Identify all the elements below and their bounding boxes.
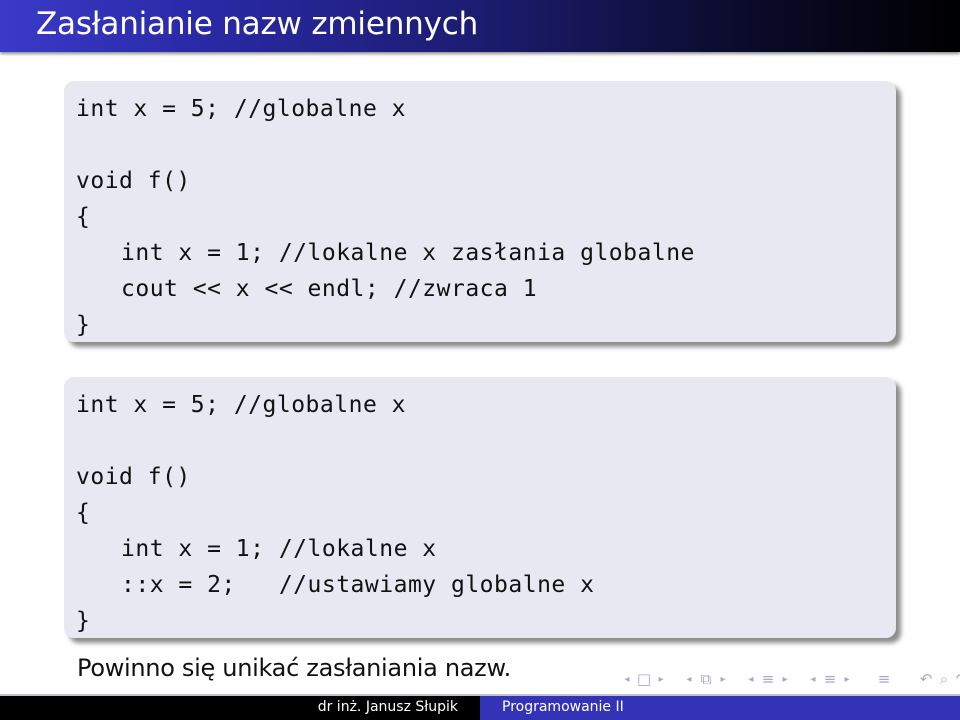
code-line: { [76,204,91,230]
note-text: Powinno się unikać zasłaniania nazw. [77,654,511,682]
section-next-icon[interactable]: ▸ [840,674,854,685]
frame-icon[interactable]: □ [634,670,654,688]
code-block-shadowing: int x = 5; //globalne x void f() { int x… [64,81,896,342]
code-line: cout << x << endl; //zwraca 1 [121,276,538,302]
code-block-scope-resolution: int x = 5; //globalne x void f() { int x… [64,377,896,638]
code-line: void f() [76,168,191,194]
code-line: int x = 5; //globalne x [76,392,406,418]
beamer-navigation-bar: ◂ □ ▸ ◂ ⧉ ▸ ◂ ≡ ▸ ◂ ≡ ▸ ≡ ↶ ⌕ ↷ [620,669,960,689]
code-line: } [76,312,91,338]
code-line: ::x = 2; //ustawiamy globalne x [121,572,595,598]
footer-author: dr inż. Janusz Słupik [317,699,458,715]
code-line: void f() [76,464,191,490]
code-line: { [76,500,91,526]
slide-title-bar: Zasłanianie nazw zmiennych [0,0,960,52]
code-line: } [76,608,91,634]
forward-icon[interactable]: ↷ [952,670,960,688]
slide-next-icon[interactable]: ▸ [716,674,730,685]
slide-prev-icon[interactable]: ◂ [682,674,696,685]
code-line: int x = 1; //lokalne x zasłania globalne [121,240,695,266]
frame-next-icon[interactable]: ▸ [654,674,668,685]
slide-title: Zasłanianie nazw zmiennych [36,6,479,42]
section-icon[interactable]: ≡ [820,670,840,688]
footer-course-panel: Programowanie II [480,696,960,720]
slide-icon[interactable]: ⧉ [696,670,716,688]
code-line: int x = 1; //lokalne x [121,536,437,562]
search-icon[interactable]: ⌕ [936,670,952,688]
subsection-prev-icon[interactable]: ◂ [744,674,758,685]
subsection-next-icon[interactable]: ▸ [778,674,792,685]
footer-author-panel: dr inż. Janusz Słupik [0,696,480,720]
footer-course: Programowanie II [502,699,624,715]
toc-icon[interactable]: ≡ [874,670,894,688]
subsection-icon[interactable]: ≡ [758,670,778,688]
frame-prev-icon[interactable]: ◂ [620,674,634,685]
section-prev-icon[interactable]: ◂ [806,674,820,685]
back-icon[interactable]: ↶ [916,670,936,688]
code-line: int x = 5; //globalne x [76,96,406,122]
